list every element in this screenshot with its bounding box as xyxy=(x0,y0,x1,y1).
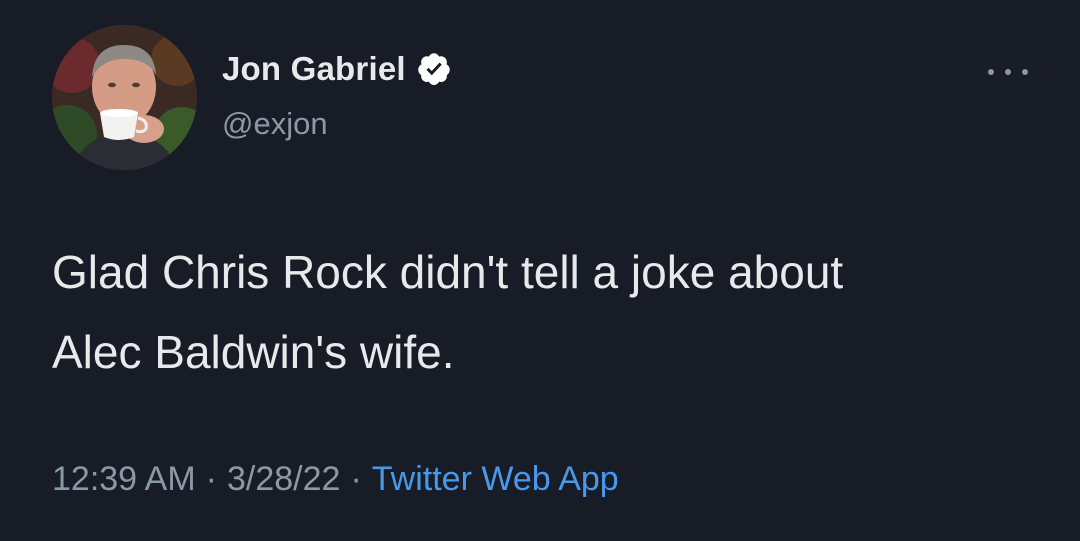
tweet-source-link[interactable]: Twitter Web App xyxy=(372,460,619,499)
tweet-card: Jon Gabriel @exjon Glad Chris Rock didn'… xyxy=(0,0,1080,541)
tweet-text: Glad Chris Rock didn't tell a joke about… xyxy=(52,246,844,378)
author-name[interactable]: Jon Gabriel xyxy=(222,50,406,88)
separator: · xyxy=(205,460,217,498)
author-name-row: Jon Gabriel xyxy=(222,50,452,88)
dot xyxy=(1022,69,1028,75)
avatar-image xyxy=(52,25,197,170)
separator: · xyxy=(350,460,362,498)
dot xyxy=(1005,69,1011,75)
more-options-icon[interactable] xyxy=(988,62,1028,82)
verified-badge-icon xyxy=(416,51,452,87)
tweet-time[interactable]: 12:39 AM xyxy=(52,460,196,499)
tweet-meta: 12:39 AM · 3/28/22 · Twitter Web App xyxy=(52,460,619,499)
tweet-date[interactable]: 3/28/22 xyxy=(227,460,340,499)
author-handle[interactable]: @exjon xyxy=(222,106,328,142)
dot xyxy=(988,69,994,75)
avatar[interactable] xyxy=(52,25,197,170)
